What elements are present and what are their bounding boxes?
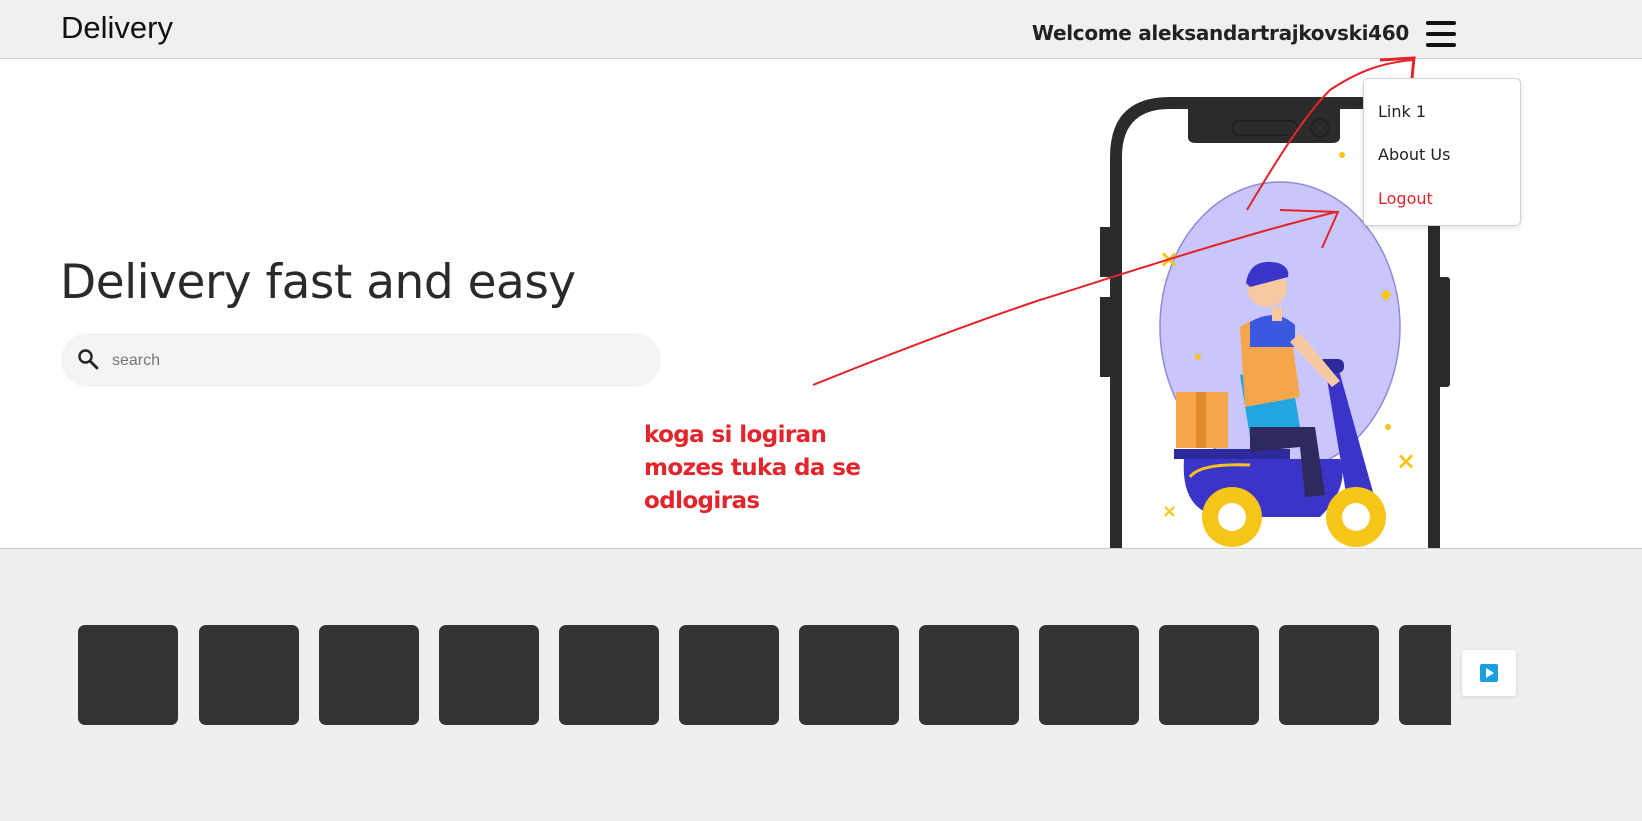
play-icon	[1480, 664, 1498, 682]
search-icon	[78, 349, 99, 370]
menu-item-link-1[interactable]: Link 1	[1378, 102, 1426, 121]
carousel-card[interactable]	[1159, 625, 1259, 725]
svg-text:×: ×	[1396, 447, 1416, 475]
annotation-line: odlogiras	[644, 488, 760, 514]
search-input[interactable]	[110, 343, 634, 379]
menu-item-about-us[interactable]: About Us	[1378, 145, 1450, 164]
carousel-card[interactable]	[78, 625, 178, 725]
carousel-card[interactable]	[799, 625, 899, 725]
hamburger-menu-icon[interactable]	[1426, 21, 1456, 47]
category-carousel	[78, 625, 1451, 725]
annotation-line: mozes tuka da se	[644, 455, 861, 481]
carousel-card[interactable]	[679, 625, 779, 725]
carousel-card[interactable]	[1279, 625, 1379, 725]
carousel-card[interactable]	[439, 625, 539, 725]
menu-item-logout[interactable]: Logout	[1378, 189, 1433, 208]
annotation-line: koga si logiran	[644, 422, 827, 448]
search-bar[interactable]	[61, 333, 661, 387]
welcome-message: Welcome aleksandartrajkovski460	[1031, 21, 1409, 45]
carousel-card[interactable]	[559, 625, 659, 725]
brand-logo[interactable]: Delivery	[61, 10, 173, 46]
carousel-card[interactable]	[199, 625, 299, 725]
carousel-card[interactable]	[919, 625, 1019, 725]
hero-title: Delivery fast and easy	[60, 255, 576, 310]
svg-text:×: ×	[1162, 501, 1177, 522]
carousel-card[interactable]	[319, 625, 419, 725]
annotation-note: koga si logiran mozes tuka da se odlogir…	[644, 419, 861, 518]
dropdown-menu: Link 1 About Us Logout	[1363, 78, 1521, 226]
carousel-next-button[interactable]	[1462, 650, 1516, 696]
navbar: Delivery Welcome aleksandartrajkovski460	[0, 0, 1642, 59]
carousel-card[interactable]	[1039, 625, 1139, 725]
carousel-card[interactable]	[1399, 625, 1451, 725]
svg-text:×: ×	[1159, 245, 1179, 273]
